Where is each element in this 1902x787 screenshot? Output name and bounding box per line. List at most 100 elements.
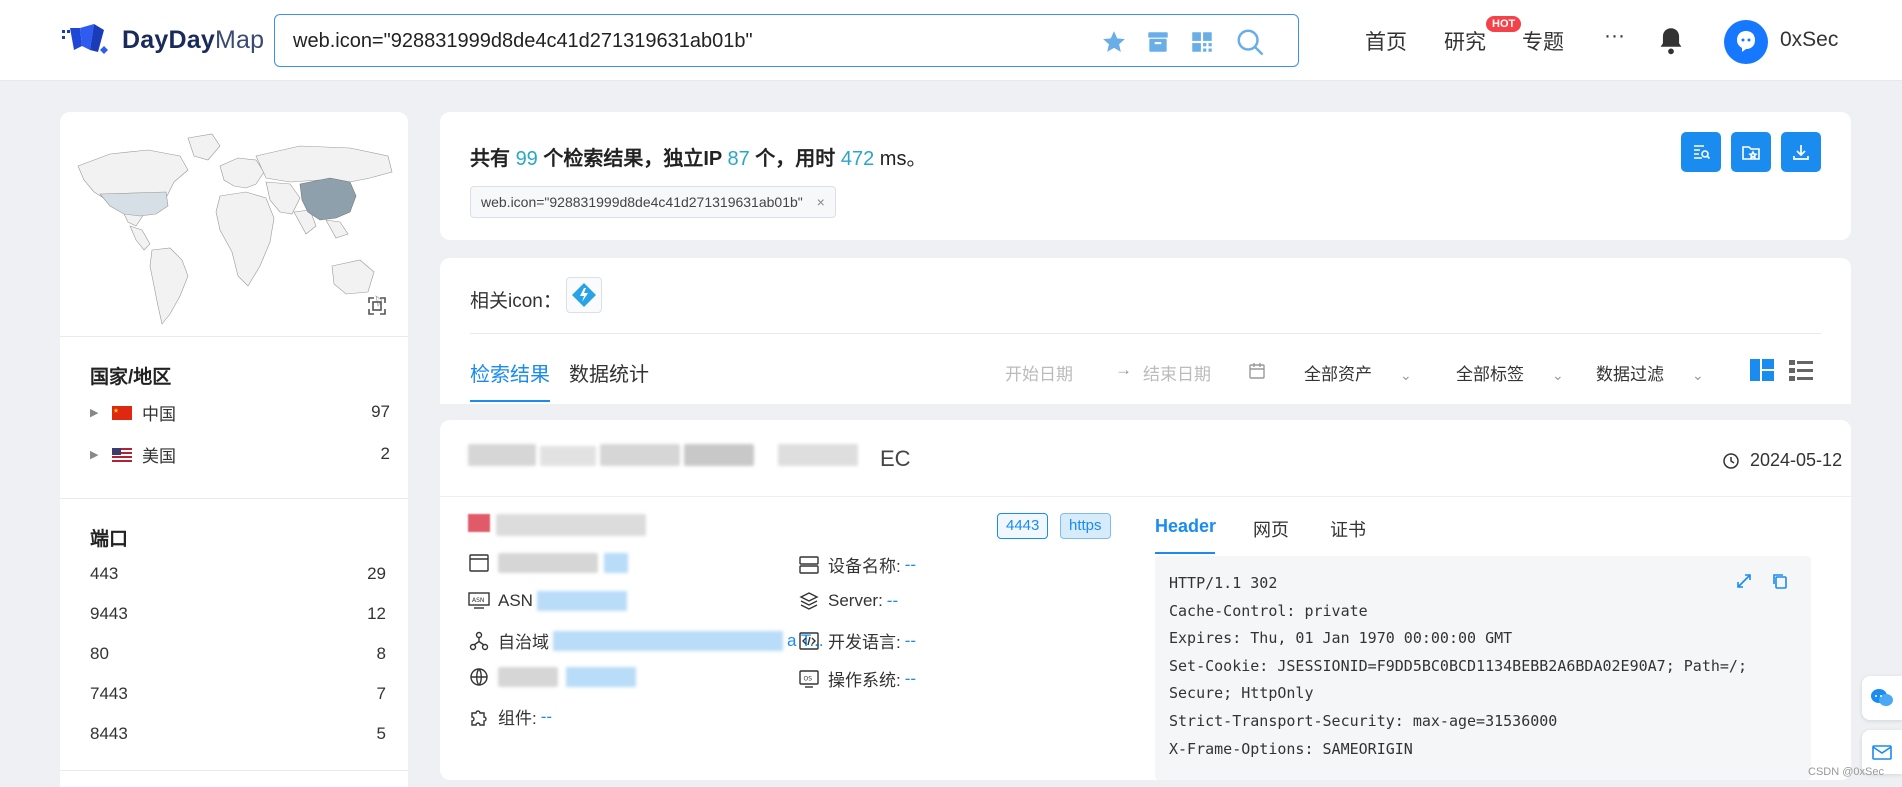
username[interactable]: 0xSec bbox=[1780, 28, 1838, 52]
port-item[interactable]: 7443 7 bbox=[90, 684, 386, 704]
start-date-input[interactable]: 开始日期 bbox=[1005, 360, 1073, 385]
result-date: 2024-05-12 bbox=[1722, 450, 1842, 471]
divider bbox=[440, 496, 1851, 497]
logo-text: DayDayMap bbox=[122, 25, 265, 54]
redacted-value bbox=[536, 591, 627, 611]
divider bbox=[470, 333, 1821, 334]
data-filter-select[interactable]: 数据过滤 ⌄ bbox=[1596, 360, 1704, 385]
list-view-icon[interactable] bbox=[1788, 358, 1814, 382]
port-count: 7 bbox=[376, 684, 386, 703]
archive-icon[interactable] bbox=[1143, 27, 1173, 57]
divider bbox=[60, 770, 408, 771]
website-row bbox=[468, 552, 628, 574]
advanced-search-button[interactable] bbox=[1681, 132, 1721, 172]
port-number: 7443 bbox=[90, 684, 128, 703]
layers-icon bbox=[798, 590, 820, 612]
port-item[interactable]: 443 29 bbox=[90, 564, 386, 584]
search-icon[interactable] bbox=[1235, 27, 1265, 57]
close-icon[interactable]: × bbox=[817, 187, 825, 217]
port-number: 443 bbox=[90, 564, 119, 583]
autonomous-label: 自治域 bbox=[498, 633, 549, 652]
calendar-icon[interactable] bbox=[1248, 362, 1266, 380]
redacted-title bbox=[778, 444, 858, 466]
port-number: 80 bbox=[90, 644, 109, 663]
svg-text:ASN: ASN bbox=[472, 597, 484, 604]
save-folder-button[interactable] bbox=[1731, 132, 1771, 172]
result-summary-text: 共有 99 个检索结果，独立IP 87 个，用时 472 ms。 bbox=[470, 148, 927, 170]
expand-icon[interactable] bbox=[1735, 572, 1753, 590]
protocol-tag[interactable]: https bbox=[1060, 513, 1111, 539]
avatar[interactable] bbox=[1724, 20, 1768, 64]
data-filter-value: 数据过滤 bbox=[1596, 365, 1664, 384]
globe-icon bbox=[468, 666, 490, 688]
search-bar bbox=[274, 14, 1299, 67]
grid-icon[interactable] bbox=[1187, 27, 1217, 57]
server-row: Server: -- bbox=[798, 590, 898, 612]
chat-support-button[interactable] bbox=[1862, 676, 1902, 720]
nav-research[interactable]: 研究 bbox=[1444, 26, 1486, 56]
port-tag[interactable]: 4443 bbox=[997, 513, 1049, 539]
world-map[interactable] bbox=[70, 126, 400, 336]
query-chip-label: web.icon="928831999d8de4c41d271319631ab0… bbox=[481, 194, 803, 210]
china-flag-icon bbox=[112, 405, 132, 420]
tab-certificate[interactable]: 证书 bbox=[1330, 516, 1366, 542]
related-favicon-icon[interactable] bbox=[566, 277, 602, 313]
bell-icon[interactable] bbox=[1657, 26, 1685, 56]
redacted-title bbox=[600, 444, 680, 466]
os-row: OS 操作系统: -- bbox=[798, 666, 916, 691]
copy-icon[interactable] bbox=[1771, 572, 1789, 590]
tab-stats[interactable]: 数据统计 bbox=[569, 358, 649, 387]
port-item[interactable]: 8443 5 bbox=[90, 724, 386, 744]
end-date-input[interactable]: 结束日期 bbox=[1143, 360, 1211, 385]
redacted-value bbox=[498, 667, 558, 687]
http-header-panel: HTTP/1.1 302 Cache-Control: private Expi… bbox=[1155, 556, 1811, 780]
divider bbox=[60, 498, 408, 499]
language-value: -- bbox=[904, 630, 917, 650]
clock-icon bbox=[1723, 452, 1739, 469]
port-count: 5 bbox=[376, 724, 386, 743]
chat-icon bbox=[1871, 689, 1893, 706]
related-icon-label: 相关icon： bbox=[470, 291, 562, 312]
tab-results[interactable]: 检索结果 bbox=[470, 358, 550, 387]
caret-right-icon[interactable]: ▶ bbox=[90, 406, 102, 419]
country-item-usa[interactable]: ▶ 美国 2 bbox=[90, 442, 390, 466]
port-item[interactable]: 9443 12 bbox=[90, 604, 386, 624]
star-icon[interactable] bbox=[1099, 27, 1129, 57]
country-item-china[interactable]: ▶ 中国 97 bbox=[90, 400, 390, 424]
download-button[interactable] bbox=[1781, 132, 1821, 172]
caret-right-icon[interactable]: ▶ bbox=[90, 448, 102, 461]
chevron-down-icon: ⌄ bbox=[1552, 367, 1564, 383]
search-input[interactable] bbox=[293, 27, 1093, 55]
isp-row bbox=[468, 666, 636, 688]
nav-home[interactable]: 首页 bbox=[1365, 26, 1407, 56]
ip-count: 87 bbox=[727, 148, 750, 170]
logo[interactable]: DayDayMap bbox=[60, 20, 264, 60]
date-arrow: → bbox=[1115, 360, 1132, 379]
result-title-suffix[interactable]: EC bbox=[880, 446, 911, 472]
component-label: 组件: bbox=[498, 709, 537, 728]
svg-text:OS: OS bbox=[804, 675, 813, 682]
hot-badge: HOT bbox=[1486, 16, 1522, 32]
asset-type-select[interactable]: 全部资产 ⌄ bbox=[1304, 360, 1412, 385]
nav-topics[interactable]: 专题 bbox=[1522, 26, 1564, 56]
port-number: 8443 bbox=[90, 724, 128, 743]
fullscreen-icon[interactable] bbox=[367, 296, 387, 316]
redacted-flag bbox=[468, 514, 490, 532]
redacted-value bbox=[498, 553, 598, 573]
asn-icon: ASN bbox=[468, 590, 490, 612]
total-count: 99 bbox=[515, 148, 538, 170]
card-view-icon[interactable] bbox=[1749, 358, 1775, 382]
tag-select[interactable]: 全部标签 ⌄ bbox=[1456, 360, 1564, 385]
port-number: 9443 bbox=[90, 604, 128, 623]
chevron-down-icon: ⌄ bbox=[1400, 367, 1412, 383]
port-item[interactable]: 80 8 bbox=[90, 644, 386, 664]
tab-header[interactable]: Header bbox=[1155, 516, 1216, 537]
tab-webpage[interactable]: 网页 bbox=[1253, 516, 1289, 542]
active-tab-indicator bbox=[470, 400, 550, 402]
autonomous-row: 自治域 a T... bbox=[468, 628, 824, 653]
watermark: CSDN @0xSec bbox=[1808, 766, 1884, 778]
top-navbar: DayDayMap 首页 研究 HOT 专题 ··· 0xSec bbox=[0, 0, 1902, 81]
server-label: Server: bbox=[828, 591, 883, 610]
nav-more[interactable]: ··· bbox=[1604, 24, 1625, 48]
port-count: 12 bbox=[367, 604, 386, 623]
